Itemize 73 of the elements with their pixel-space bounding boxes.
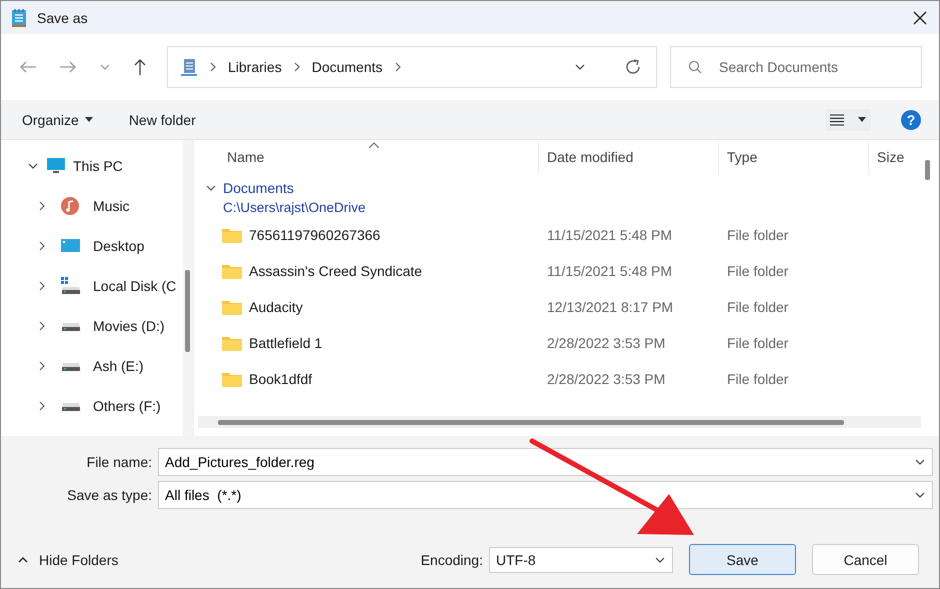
organize-menu-button[interactable]: Organize xyxy=(11,108,104,132)
search-field[interactable]: Search Documents xyxy=(670,46,922,88)
new-folder-button[interactable]: New folder xyxy=(118,108,207,132)
column-header[interactable]: Type xyxy=(719,140,869,174)
up-arrow-icon[interactable] xyxy=(133,58,147,76)
encoding-dropdown[interactable]: UTF-8 xyxy=(489,546,673,572)
scrollbar-thumb[interactable] xyxy=(185,270,190,352)
back-arrow-icon[interactable] xyxy=(19,60,37,74)
music-note-icon xyxy=(61,197,81,215)
sidebar-item[interactable]: Desktop xyxy=(1,226,183,266)
cancel-button[interactable]: Cancel xyxy=(812,544,919,575)
date-cell-text: 12/13/2021 8:17 PM xyxy=(546,299,674,315)
file-name[interactable]: Book1dfdf xyxy=(249,371,312,387)
chevron-right-icon xyxy=(392,61,403,73)
column-header[interactable]: Name xyxy=(219,140,539,174)
monitor-icon xyxy=(47,157,67,175)
sidebar-item[interactable]: Ash (E:) xyxy=(1,346,183,386)
file-name[interactable]: Audacity xyxy=(249,299,303,315)
sidebar-item[interactable]: Music xyxy=(1,186,183,226)
scrollbar-thumb[interactable] xyxy=(925,160,930,180)
sort-indicator-icon xyxy=(369,142,379,148)
search-icon xyxy=(688,60,702,74)
list-view-icon xyxy=(830,114,844,126)
help-button[interactable]: ? xyxy=(901,110,921,130)
date-cell-text: 11/15/2021 5:48 PM xyxy=(546,263,674,279)
type-cell-text: File folder xyxy=(726,299,790,315)
chevron-right-icon xyxy=(292,61,302,73)
library-icon xyxy=(180,58,198,76)
encoding-label: Encoding: xyxy=(420,552,483,568)
sidebar-item[interactable]: This PC xyxy=(1,146,183,186)
column-header[interactable]: Date modified xyxy=(539,140,719,174)
caret-icon xyxy=(858,117,866,122)
drive-icon xyxy=(61,277,81,295)
date-cell-text: 2/28/2022 3:53 PM xyxy=(546,371,666,387)
type-cell-text: File folder xyxy=(726,335,790,351)
field-label: File name: xyxy=(86,454,153,470)
group-title[interactable]: Documents xyxy=(223,180,294,196)
date-cell-text: 2/28/2022 3:53 PM xyxy=(546,335,666,351)
sidebar-item[interactable]: Local Disk (C xyxy=(1,266,183,306)
address-bar[interactable]: Libraries Documents xyxy=(167,46,657,88)
folder-icon xyxy=(222,335,242,351)
caret-icon xyxy=(84,117,93,122)
folder-icon xyxy=(222,227,242,243)
save-button[interactable]: Save xyxy=(689,544,796,575)
hide-folders-button[interactable]: Hide Folders xyxy=(11,550,124,568)
date-cell-text: 11/15/2021 5:48 PM xyxy=(546,227,674,243)
folder-icon xyxy=(222,371,242,387)
breadcrumb-item[interactable]: Documents xyxy=(312,59,383,75)
forward-arrow-icon[interactable] xyxy=(59,60,77,74)
file-name[interactable]: Assassin's Creed Syndicate xyxy=(249,263,422,279)
type-cell-text: File folder xyxy=(726,227,790,243)
folder-icon xyxy=(222,263,242,279)
file-name-field[interactable]: Add_Pictures_folder.reg xyxy=(158,448,933,476)
chevron-right-icon xyxy=(208,61,218,73)
file-name[interactable]: 76561197960267366 xyxy=(249,227,380,243)
column-header[interactable]: Size xyxy=(869,140,929,174)
window-title: Save as xyxy=(37,10,88,26)
refresh-icon[interactable] xyxy=(624,58,642,76)
scrollbar-thumb[interactable] xyxy=(218,420,844,425)
folder-icon xyxy=(222,299,242,315)
sidebar-item[interactable]: Others (F:) xyxy=(1,386,183,426)
view-menu-button[interactable] xyxy=(825,108,871,130)
type-cell-text: File folder xyxy=(726,263,790,279)
sidebar-item[interactable]: Movies (D:) xyxy=(1,306,183,346)
field-label: Save as type: xyxy=(66,487,153,503)
file-type-dropdown[interactable]: All files (*.*) xyxy=(158,481,933,509)
file-name[interactable]: Battlefield 1 xyxy=(249,335,322,351)
type-cell-text: File folder xyxy=(726,371,790,387)
breadcrumb-item[interactable]: Libraries xyxy=(228,59,282,75)
folder-path: C:\Users\rajst\OneDrive xyxy=(223,200,367,215)
desktop-icon xyxy=(61,237,81,255)
notepad-icon xyxy=(11,8,27,28)
close-icon[interactable] xyxy=(913,10,927,24)
